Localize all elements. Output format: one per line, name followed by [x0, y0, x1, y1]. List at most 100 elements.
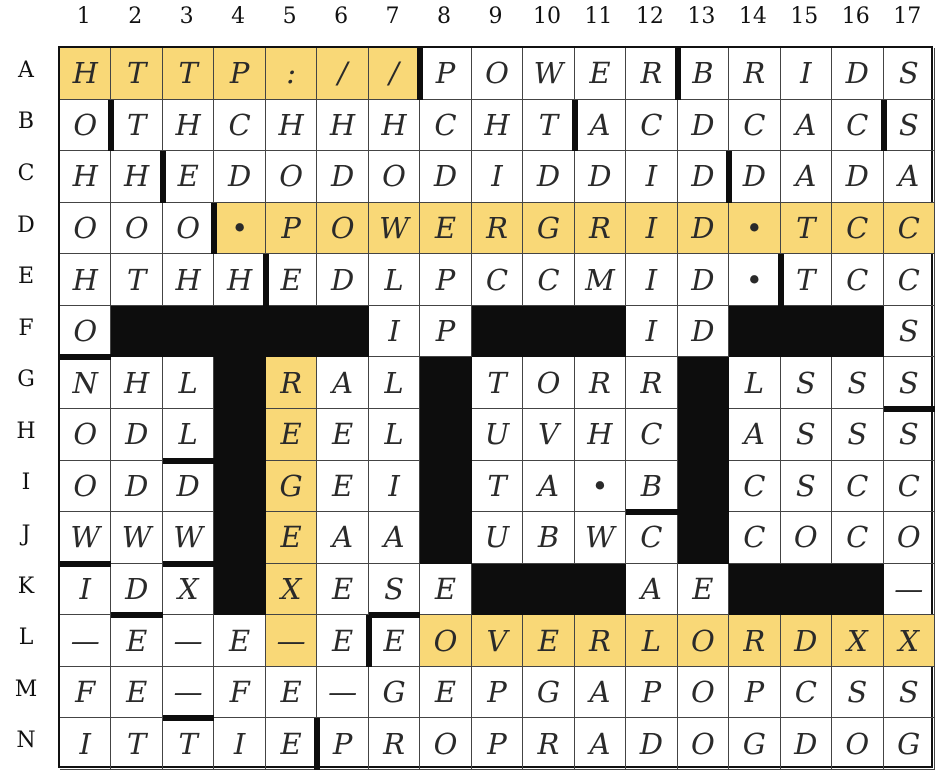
- grid-cell-A4[interactable]: P: [214, 48, 266, 100]
- grid-cell-I13[interactable]: [677, 460, 730, 513]
- grid-cell-L9[interactable]: V: [471, 615, 524, 667]
- grid-cell-G16[interactable]: S: [832, 357, 884, 409]
- grid-cell-B2[interactable]: T: [111, 99, 163, 152]
- grid-cell-K2[interactable]: D: [111, 563, 163, 616]
- grid-cell-M4[interactable]: F: [214, 666, 266, 719]
- grid-cell-I12[interactable]: B: [626, 460, 678, 513]
- grid-cell-M1[interactable]: F: [60, 666, 112, 719]
- grid-cell-F9[interactable]: [471, 305, 524, 358]
- grid-cell-K13[interactable]: E: [677, 563, 730, 616]
- grid-cell-B14[interactable]: C: [729, 99, 781, 152]
- grid-cell-A8[interactable]: P: [420, 48, 472, 100]
- grid-cell-F13[interactable]: D: [677, 305, 730, 358]
- grid-cell-C2[interactable]: H: [111, 151, 163, 203]
- grid-cell-F6[interactable]: [317, 305, 369, 358]
- grid-cell-C17[interactable]: A: [883, 151, 935, 203]
- grid-cell-H9[interactable]: U: [471, 409, 524, 461]
- grid-cell-M3[interactable]: —: [162, 666, 215, 719]
- grid-cell-C5[interactable]: O: [265, 151, 318, 203]
- grid-cell-G14[interactable]: L: [729, 357, 781, 409]
- grid-cell-C13[interactable]: D: [677, 151, 730, 203]
- grid-cell-I4[interactable]: [214, 460, 266, 513]
- grid-cell-G11[interactable]: R: [574, 357, 627, 409]
- grid-cell-G8[interactable]: [420, 357, 472, 409]
- grid-cell-B12[interactable]: C: [626, 99, 678, 152]
- grid-cell-G6[interactable]: A: [317, 357, 369, 409]
- grid-cell-D4[interactable]: •: [214, 202, 266, 255]
- grid-cell-E6[interactable]: D: [317, 254, 369, 306]
- grid-cell-E1[interactable]: H: [60, 254, 112, 306]
- grid-cell-J15[interactable]: O: [780, 512, 833, 564]
- grid-cell-N2[interactable]: T: [111, 718, 163, 770]
- grid-cell-A9[interactable]: O: [471, 48, 524, 100]
- grid-cell-K16[interactable]: [832, 563, 884, 616]
- grid-cell-J12[interactable]: C: [626, 512, 678, 564]
- grid-cell-I2[interactable]: D: [111, 460, 163, 513]
- grid-cell-N6[interactable]: P: [317, 718, 369, 770]
- grid-cell-N3[interactable]: T: [162, 718, 215, 770]
- grid-cell-I10[interactable]: A: [523, 460, 575, 513]
- grid-cell-H4[interactable]: [214, 409, 266, 461]
- grid-cell-N10[interactable]: R: [523, 718, 575, 770]
- grid-cell-H1[interactable]: O: [60, 409, 112, 461]
- grid-cell-L15[interactable]: D: [780, 615, 833, 667]
- grid-cell-I6[interactable]: E: [317, 460, 369, 513]
- grid-cell-K15[interactable]: [780, 563, 833, 616]
- grid-cell-C1[interactable]: H: [60, 151, 112, 203]
- grid-cell-I15[interactable]: S: [780, 460, 833, 513]
- grid-cell-G10[interactable]: O: [523, 357, 575, 409]
- grid-cell-K3[interactable]: X: [162, 563, 215, 616]
- grid-cell-B1[interactable]: O: [60, 99, 112, 152]
- grid-cell-B8[interactable]: C: [420, 99, 472, 152]
- grid-cell-L2[interactable]: E: [111, 615, 163, 667]
- grid-cell-M2[interactable]: E: [111, 666, 163, 719]
- grid-cell-B9[interactable]: H: [471, 99, 524, 152]
- grid-cell-L7[interactable]: E: [368, 615, 421, 667]
- grid-cell-M17[interactable]: S: [883, 666, 935, 719]
- grid-cell-M8[interactable]: E: [420, 666, 472, 719]
- grid-cell-D14[interactable]: •: [729, 202, 781, 255]
- grid-cell-E14[interactable]: •: [729, 254, 781, 306]
- grid-cell-K7[interactable]: S: [368, 563, 421, 616]
- grid-cell-B3[interactable]: H: [162, 99, 215, 152]
- grid-cell-L17[interactable]: X: [883, 615, 935, 667]
- grid-cell-M13[interactable]: O: [677, 666, 730, 719]
- grid-cell-A11[interactable]: E: [574, 48, 627, 100]
- grid-cell-M16[interactable]: S: [832, 666, 884, 719]
- grid-cell-H6[interactable]: E: [317, 409, 369, 461]
- grid-cell-L12[interactable]: L: [626, 615, 678, 667]
- grid-cell-J2[interactable]: W: [111, 512, 163, 564]
- grid-cell-J4[interactable]: [214, 512, 266, 564]
- grid-cell-H17[interactable]: S: [883, 409, 935, 461]
- grid-cell-D17[interactable]: C: [883, 202, 935, 255]
- grid-cell-E17[interactable]: C: [883, 254, 935, 306]
- grid-cell-E11[interactable]: M: [574, 254, 627, 306]
- grid-cell-K12[interactable]: A: [626, 563, 678, 616]
- grid-cell-C10[interactable]: D: [523, 151, 575, 203]
- grid-cell-N12[interactable]: D: [626, 718, 678, 770]
- grid-cell-K11[interactable]: [574, 563, 627, 616]
- grid-cell-H11[interactable]: H: [574, 409, 627, 461]
- grid-cell-J11[interactable]: W: [574, 512, 627, 564]
- grid-cell-N13[interactable]: O: [677, 718, 730, 770]
- grid-cell-L16[interactable]: X: [832, 615, 884, 667]
- grid-cell-K1[interactable]: I: [60, 563, 112, 616]
- grid-cell-N8[interactable]: O: [420, 718, 472, 770]
- grid-cell-C7[interactable]: O: [368, 151, 421, 203]
- grid-cell-F1[interactable]: O: [60, 305, 112, 358]
- grid-cell-E16[interactable]: C: [832, 254, 884, 306]
- grid-cell-I16[interactable]: C: [832, 460, 884, 513]
- grid-cell-N9[interactable]: P: [471, 718, 524, 770]
- grid-cell-N7[interactable]: R: [368, 718, 421, 770]
- grid-cell-C6[interactable]: D: [317, 151, 369, 203]
- grid-cell-H15[interactable]: S: [780, 409, 833, 461]
- grid-cell-C4[interactable]: D: [214, 151, 266, 203]
- grid-cell-C3[interactable]: E: [162, 151, 215, 203]
- grid-cell-F16[interactable]: [832, 305, 884, 358]
- grid-cell-A17[interactable]: S: [883, 48, 935, 100]
- grid-cell-A6[interactable]: /: [317, 48, 369, 100]
- grid-cell-L14[interactable]: R: [729, 615, 781, 667]
- grid-cell-L6[interactable]: E: [317, 615, 369, 667]
- grid-cell-C15[interactable]: A: [780, 151, 833, 203]
- grid-cell-H7[interactable]: L: [368, 409, 421, 461]
